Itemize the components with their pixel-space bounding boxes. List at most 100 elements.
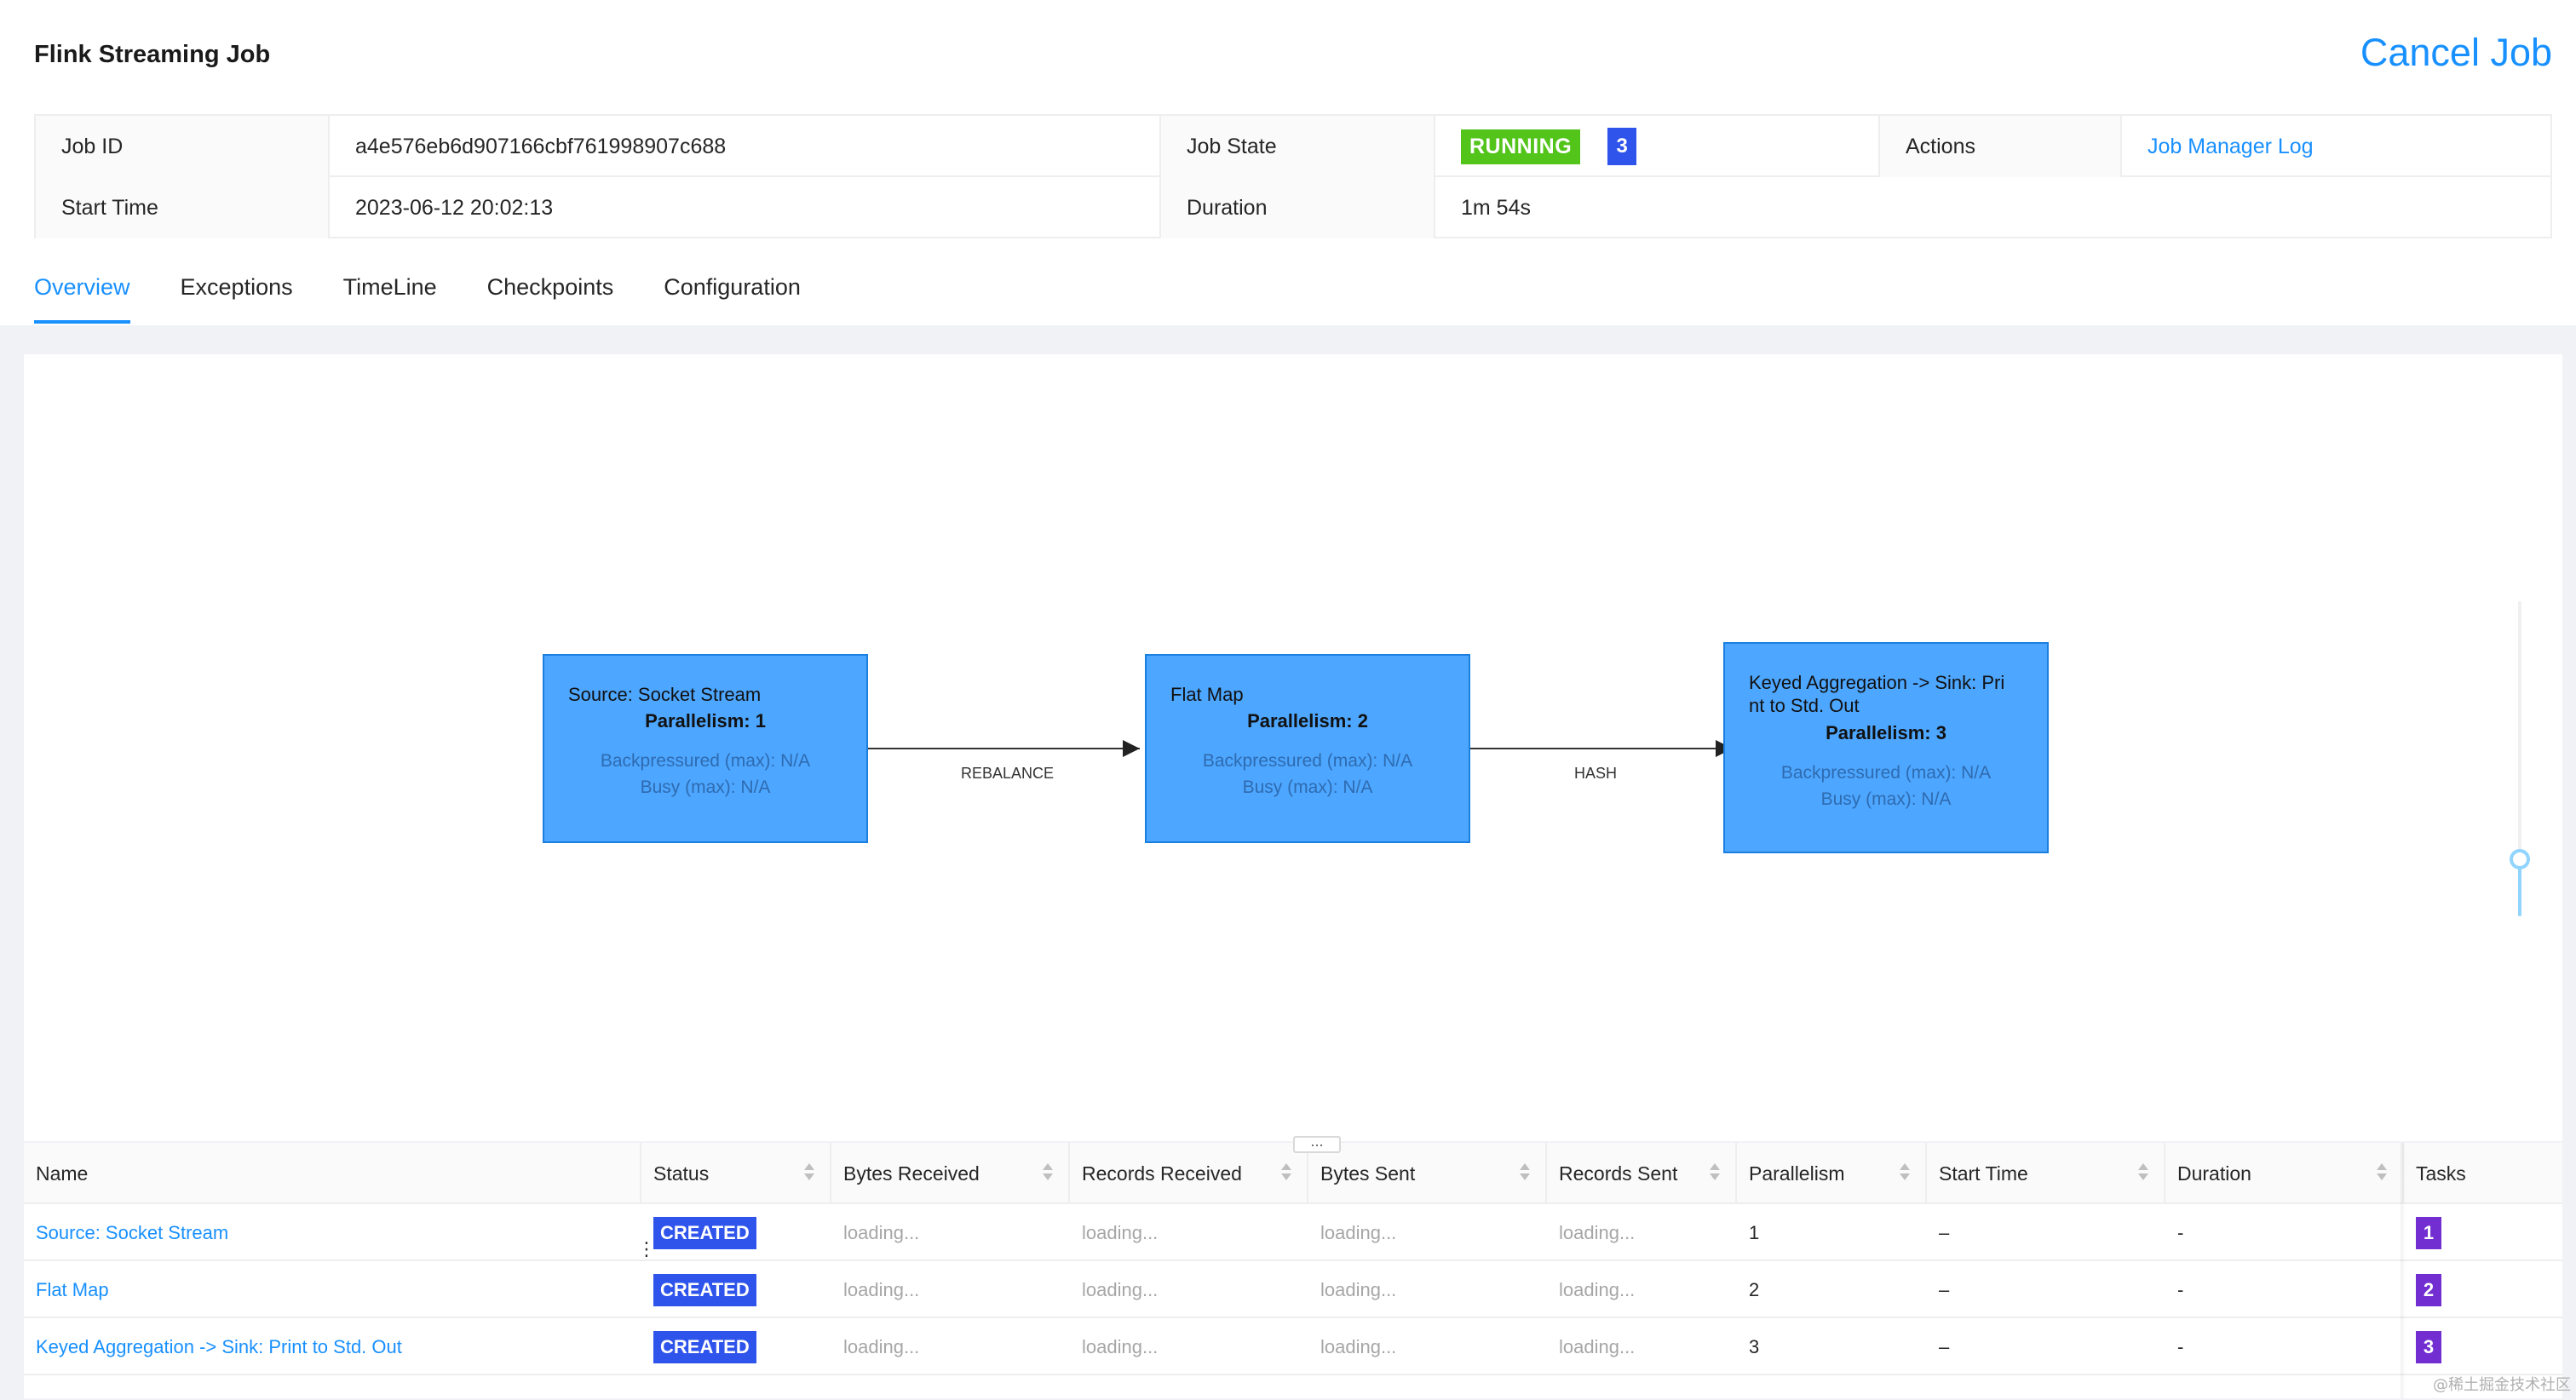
duration-label: Duration	[1161, 177, 1435, 238]
bytes-sent-cell: loading...	[1320, 1221, 1397, 1243]
column-header-start-time[interactable]: Start Time	[1927, 1143, 2165, 1204]
job-manager-log-link[interactable]: Job Manager Log	[2148, 135, 2314, 159]
column-header-records-sent[interactable]: Records Sent	[1547, 1143, 1737, 1204]
graph-node-source[interactable]: Source: Socket Stream Parallelism: 1 Bac…	[543, 654, 868, 843]
start-time-cell: –	[1939, 1335, 1950, 1357]
column-header-label: Start Time	[1939, 1162, 2028, 1185]
node-title: Keyed Aggregation -> Sink: Pri nt to Std…	[1749, 671, 2004, 717]
vertex-name-link[interactable]: Flat Map	[36, 1279, 109, 1301]
node-backpressured: Backpressured (max): N/A	[1202, 751, 1413, 771]
start-time-cell: –	[1939, 1221, 1950, 1243]
task-badge[interactable]: 3	[2416, 1330, 2441, 1363]
sort-icon[interactable]	[2377, 1163, 2387, 1184]
node-parallelism: Parallelism: 1	[645, 710, 766, 732]
sort-icon[interactable]	[1520, 1163, 1530, 1184]
duration-cell: -	[2177, 1278, 2184, 1300]
node-title-line-1: Keyed Aggregation -> Sink: Pri	[1749, 672, 2005, 693]
status-badge: CREATED	[653, 1216, 756, 1249]
column-header-status[interactable]: Status	[641, 1143, 831, 1204]
column-header-bytes-received[interactable]: Bytes Received	[831, 1143, 1070, 1204]
table-row[interactable]: Flat Map CREATED loading... loading... l…	[24, 1261, 2562, 1318]
sort-icon[interactable]	[1710, 1163, 1720, 1184]
graph-node-flat-map[interactable]: Flat Map Parallelism: 2 Backpressured (m…	[1145, 654, 1470, 843]
column-header-name[interactable]: Name	[24, 1143, 641, 1204]
edge-label-hash: HASH	[1574, 765, 1618, 782]
parallelism-cell: 3	[1749, 1335, 1760, 1357]
job-id-value: a4e576eb6d907166cbf761998907c688	[330, 116, 1161, 177]
duration-value: 1m 54s	[1461, 195, 1531, 220]
column-header-bytes-sent[interactable]: Bytes Sent	[1308, 1143, 1547, 1204]
bytes-received-cell: loading...	[843, 1335, 920, 1357]
sort-icon[interactable]	[2138, 1163, 2148, 1184]
column-header-records-received[interactable]: Records Received	[1070, 1143, 1308, 1204]
records-sent-cell: loading...	[1559, 1278, 1636, 1300]
node-backpressured: Backpressured (max): N/A	[1780, 763, 1992, 783]
column-header-label: Records Received	[1082, 1162, 1242, 1185]
actions-label: Actions	[1880, 116, 2122, 177]
vertex-name-link[interactable]: Keyed Aggregation -> Sink: Print to Std.…	[36, 1336, 402, 1358]
tab-exceptions[interactable]: Exceptions	[181, 271, 293, 324]
vertex-table: Name Status Bytes Received Records Recei…	[24, 1143, 2562, 1398]
column-header-parallelism[interactable]: Parallelism	[1737, 1143, 1927, 1204]
bytes-sent-cell: loading...	[1320, 1335, 1397, 1357]
sort-icon[interactable]	[1281, 1163, 1291, 1184]
tab-configuration[interactable]: Configuration	[664, 271, 801, 324]
tab-overview[interactable]: Overview	[34, 271, 130, 324]
cancel-job-button[interactable]: Cancel Job	[2360, 31, 2552, 75]
watermark: @稀土掘金技术社区	[2433, 1376, 2571, 1394]
running-status-badge: RUNNING	[1461, 129, 1581, 164]
column-header-duration[interactable]: Duration	[2165, 1143, 2404, 1204]
job-state-label: Job State	[1161, 116, 1435, 177]
start-time-value: 2023-06-12 20:02:13	[330, 177, 1161, 238]
records-received-cell: loading...	[1082, 1335, 1159, 1357]
column-header-label: Bytes Sent	[1320, 1162, 1416, 1185]
node-title-line-2: nt to Std. Out	[1749, 695, 1860, 716]
column-header-label: Records Sent	[1559, 1162, 1678, 1185]
records-sent-cell: loading...	[1559, 1335, 1636, 1357]
column-resize-handle-icon[interactable]: ⋮	[637, 1240, 656, 1288]
actions-cell: Job Manager Log	[2122, 116, 2550, 177]
vertex-name-link[interactable]: Source: Socket Stream	[36, 1222, 228, 1244]
info-row-1: Job ID a4e576eb6d907166cbf761998907c688 …	[36, 116, 2550, 177]
status-badge: CREATED	[653, 1273, 756, 1306]
bytes-sent-cell: loading...	[1320, 1278, 1397, 1300]
node-backpressured: Backpressured (max): N/A	[600, 751, 811, 771]
fixed-column-shadow	[2401, 1143, 2406, 1398]
sort-icon[interactable]	[1900, 1163, 1910, 1184]
node-busy: Busy (max): N/A	[1820, 789, 1952, 809]
column-header-label: Parallelism	[1749, 1162, 1845, 1185]
page-title: Flink Streaming Job	[34, 41, 271, 68]
node-parallelism: Parallelism: 3	[1826, 722, 1946, 743]
job-info-table: Job ID a4e576eb6d907166cbf761998907c688 …	[34, 114, 2552, 238]
node-busy: Busy (max): N/A	[640, 777, 771, 797]
records-received-cell: loading...	[1082, 1221, 1159, 1243]
column-header-tasks: Tasks	[2416, 1162, 2466, 1185]
parallelism-cell: 1	[1749, 1221, 1760, 1243]
zoom-slider-handle[interactable]	[2510, 849, 2530, 869]
node-title: Source: Socket Stream	[568, 684, 762, 705]
column-header-label: Duration	[2177, 1162, 2251, 1185]
node-busy: Busy (max): N/A	[1242, 777, 1373, 797]
start-time-cell: –	[1939, 1278, 1950, 1300]
task-count-badge: 3	[1607, 128, 1637, 165]
task-badge[interactable]: 1	[2416, 1216, 2441, 1249]
duration-cell: -	[2177, 1221, 2184, 1243]
sort-icon[interactable]	[804, 1163, 814, 1184]
task-badge[interactable]: 2	[2416, 1273, 2441, 1306]
graph-node-keyed-aggregation[interactable]: Keyed Aggregation -> Sink: Pri nt to Std…	[1723, 642, 2049, 853]
table-row[interactable]: Source: Socket Stream CREATED loading...…	[24, 1204, 2562, 1261]
tab-timeline[interactable]: TimeLine	[343, 271, 437, 324]
tab-checkpoints[interactable]: Checkpoints	[487, 271, 614, 324]
job-id-label: Job ID	[36, 116, 330, 177]
edge-label-rebalance: REBALANCE	[961, 765, 1055, 782]
table-row[interactable]: Keyed Aggregation -> Sink: Print to Std.…	[24, 1318, 2562, 1375]
info-row-2: Start Time 2023-06-12 20:02:13 Duration …	[36, 177, 2550, 238]
records-sent-cell: loading...	[1559, 1221, 1636, 1243]
start-time-label: Start Time	[36, 177, 330, 238]
panel-resize-handle[interactable]: ...	[1293, 1133, 1341, 1153]
job-tabs: Overview Exceptions TimeLine Checkpoints…	[34, 271, 851, 325]
job-graph-canvas[interactable]: REBALANCE HASH Source: Socket Stream Par…	[24, 354, 2562, 1141]
node-parallelism: Parallelism: 2	[1247, 710, 1368, 732]
parallelism-cell: 2	[1749, 1278, 1760, 1300]
sort-icon[interactable]	[1043, 1163, 1053, 1184]
